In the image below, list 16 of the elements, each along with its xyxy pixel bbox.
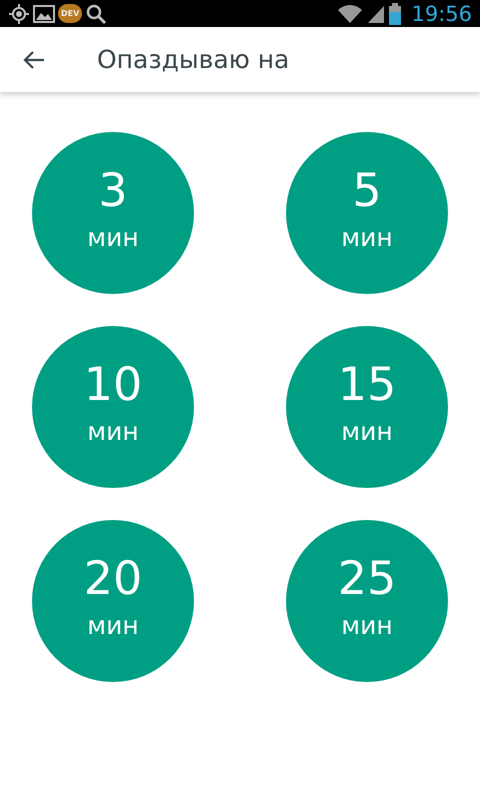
clock-time: 19:56 [411, 2, 472, 26]
battery-icon [389, 2, 402, 24]
location-icon [8, 2, 30, 24]
image-icon [33, 4, 55, 24]
back-arrow-icon[interactable] [22, 50, 46, 70]
delay-option-button[interactable]: 15 мин [286, 326, 448, 488]
delay-option-button[interactable]: 20 мин [32, 520, 194, 682]
search-icon [85, 2, 108, 24]
dev-badge: DEV [58, 4, 82, 23]
delay-option-button[interactable]: 3 мин [32, 132, 194, 294]
delay-option-button[interactable]: 5 мин [286, 132, 448, 294]
screen-title: Опаздываю на [97, 45, 290, 74]
wifi-icon [337, 4, 364, 24]
delay-option-button[interactable]: 25 мин [286, 520, 448, 682]
signal-icon [367, 4, 386, 24]
delay-option-button[interactable]: 10 мин [32, 326, 194, 488]
